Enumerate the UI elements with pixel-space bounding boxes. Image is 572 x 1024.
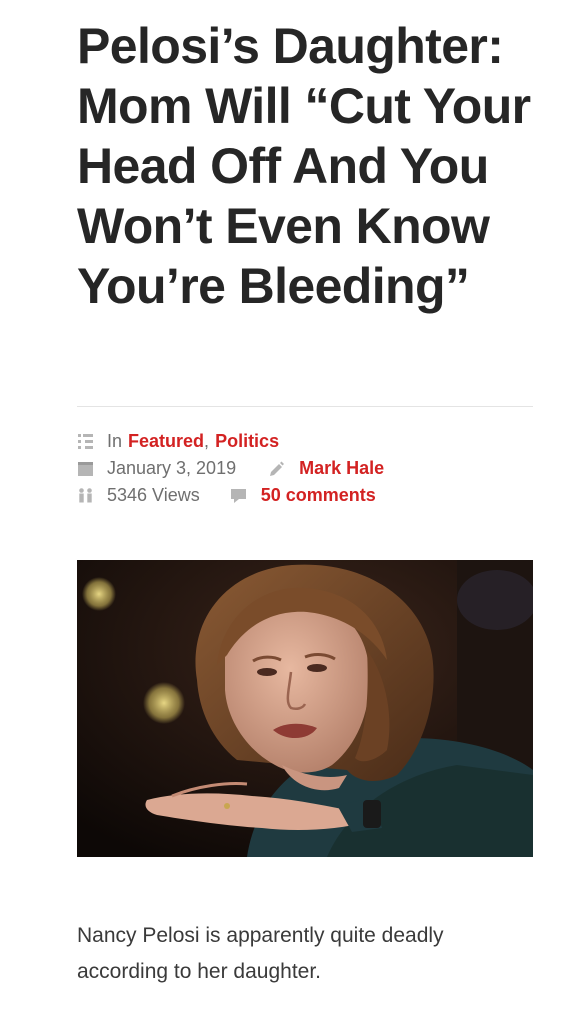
meta-date-author-row: January 3, 2019 Mark Hale [77, 456, 384, 480]
article-body-paragraph: Nancy Pelosi is apparently quite deadly … [77, 924, 444, 983]
comments-link[interactable]: 50 comments [261, 485, 376, 506]
featured-image[interactable] [77, 560, 533, 857]
category-list-icon [77, 433, 94, 450]
meta-views-comments-row: 5346 Views 50 comments [77, 483, 376, 507]
meta-divider [77, 406, 533, 407]
people-icon [77, 487, 94, 504]
featured-image-illustration [77, 560, 533, 857]
post-date: January 3, 2019 [107, 457, 237, 478]
category-link-featured[interactable]: Featured [128, 431, 204, 452]
calendar-icon [77, 460, 94, 477]
view-count: 5346 Views [107, 484, 200, 505]
comment-bubble-icon [230, 487, 247, 504]
pencil-icon [268, 460, 285, 477]
category-link-politics[interactable]: Politics [215, 431, 279, 452]
meta-categories-row: In Featured , Politics [77, 429, 279, 453]
category-separator: , [204, 430, 210, 451]
article-title: Pelosi’s Daughter: Mom Will “Cut Your He… [77, 18, 531, 314]
meta-in-label: In [107, 430, 123, 451]
author-link[interactable]: Mark Hale [299, 458, 384, 479]
